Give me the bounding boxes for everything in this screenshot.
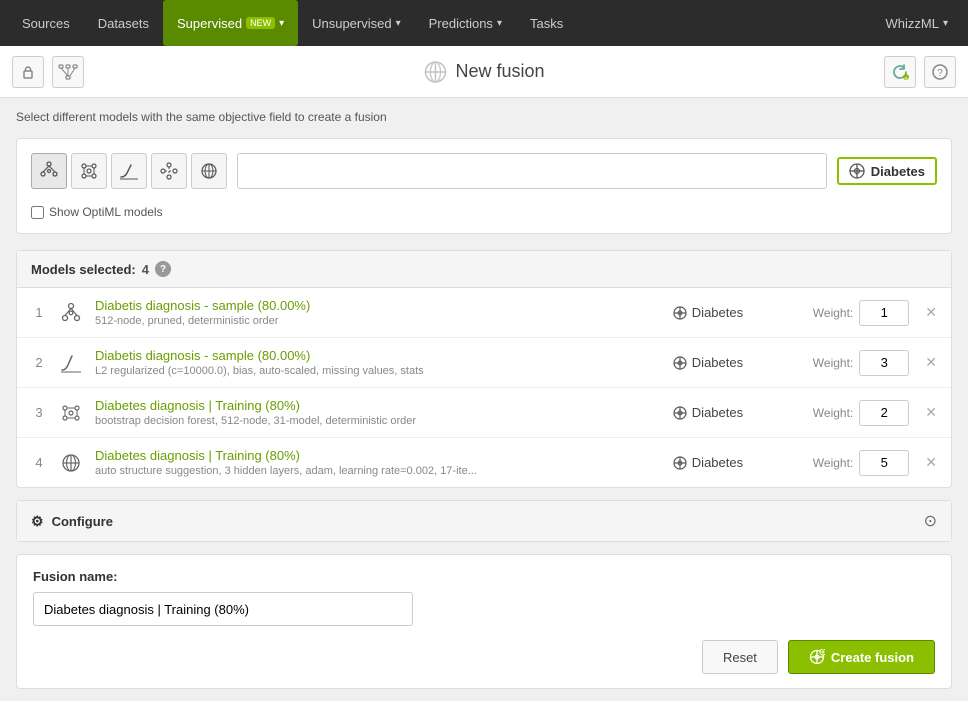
target-tag[interactable]: Diabetes (837, 157, 937, 185)
model-0-desc: 512-node, pruned, deterministic order (95, 315, 663, 327)
fusion-name-input[interactable] (33, 592, 413, 626)
model-2-weight-input[interactable] (859, 400, 909, 426)
nav-user[interactable]: WhizzML ▾ (874, 16, 960, 31)
models-help-icon[interactable]: ? (155, 261, 171, 277)
filter-bar: Diabetes Show OptiML models (16, 138, 952, 234)
table-row: 4 Diabetes diagnosis | Training (80%) au… (17, 438, 951, 487)
table-row: 3 Diabetes diagnosis | Training (80%) bo… (17, 388, 951, 438)
model-3-name[interactable]: Diabetes diagnosis | Training (80%) (95, 448, 663, 463)
filter-top-row: Diabetes (31, 153, 937, 189)
show-optiml-label: Show OptiML models (49, 205, 163, 219)
model-1-desc: L2 regularized (c=10000.0), bias, auto-s… (95, 365, 663, 377)
svg-text:+: + (904, 76, 908, 81)
model-3-weight-input[interactable] (859, 450, 909, 476)
table-row: 2 Diabetis diagnosis - sample (80.00%) L… (17, 338, 951, 388)
nav-supervised[interactable]: Supervised NEW ▾ (163, 0, 298, 46)
model-1-target: Diabetes (673, 355, 803, 370)
model-3-remove-button[interactable]: ✕ (925, 454, 937, 471)
nav-tasks[interactable]: Tasks (516, 0, 577, 46)
supervised-badge: NEW (246, 17, 275, 29)
model-2-weight: Weight: (813, 400, 909, 426)
refresh-button[interactable]: + (884, 56, 916, 88)
configure-header[interactable]: ⚙ Configure ⊙ (17, 501, 951, 541)
filter-svm-button[interactable] (151, 153, 187, 189)
model-2-target: Diabetes (673, 405, 803, 420)
unsupervised-dropdown-arrow: ▾ (396, 18, 401, 29)
model-1-remove-button[interactable]: ✕ (925, 354, 937, 371)
model-1-name[interactable]: Diabetis diagnosis - sample (80.00%) (95, 348, 663, 363)
models-section: Models selected: 4 ? 1 Diabetis diagnosi… (16, 250, 952, 488)
model-3-icon (57, 449, 85, 477)
model-2-icon (57, 399, 85, 427)
gear-icon: ⚙ (31, 513, 44, 530)
page-title: New fusion (423, 60, 544, 84)
lock-button[interactable] (12, 56, 44, 88)
show-optiml-row: Show OptiML models (31, 205, 937, 219)
model-3-weight: Weight: (813, 450, 909, 476)
nav-unsupervised[interactable]: Unsupervised ▾ (298, 0, 415, 46)
model-1-info: Diabetis diagnosis - sample (80.00%) L2 … (95, 348, 663, 377)
model-0-target-icon (673, 306, 687, 320)
info-text: Select different models with the same ob… (16, 110, 952, 124)
nav-sources[interactable]: Sources (8, 0, 84, 46)
show-optiml-checkbox[interactable] (31, 206, 44, 219)
model-1-icon (57, 349, 85, 377)
model-1-weight-input[interactable] (859, 350, 909, 376)
top-nav: Sources Datasets Supervised NEW ▾ Unsupe… (0, 0, 968, 46)
footer-actions: Reset Create fusion (33, 640, 935, 674)
model-3-target: Diabetes (673, 455, 803, 470)
model-3-target-icon (673, 456, 687, 470)
filter-inner: Diabetes Show OptiML models (31, 153, 937, 219)
supervised-dropdown-arrow: ▾ (279, 18, 284, 29)
model-1-weight: Weight: (813, 350, 909, 376)
user-dropdown-arrow: ▾ (943, 18, 948, 29)
model-0-weight-input[interactable] (859, 300, 909, 326)
model-3-info: Diabetes diagnosis | Training (80%) auto… (95, 448, 663, 477)
svg-text:?: ? (937, 68, 943, 79)
header-right-icons: + ? (884, 56, 956, 88)
model-2-desc: bootstrap decision forest, 512-node, 31-… (95, 415, 663, 427)
model-0-target: Diabetes (673, 305, 803, 320)
filter-tree-button[interactable] (31, 153, 67, 189)
model-2-remove-button[interactable]: ✕ (925, 404, 937, 421)
predictions-dropdown-arrow: ▾ (497, 18, 502, 29)
models-header: Models selected: 4 ? (17, 251, 951, 288)
configure-section: ⚙ Configure ⊙ (16, 500, 952, 542)
filter-deepnet-button[interactable] (191, 153, 227, 189)
main-content: Select different models with the same ob… (0, 98, 968, 701)
model-2-info: Diabetes diagnosis | Training (80%) boot… (95, 398, 663, 427)
model-0-icon (57, 299, 85, 327)
model-type-icons (31, 153, 227, 189)
model-0-weight: Weight: (813, 300, 909, 326)
header-bar: New fusion + ? (0, 46, 968, 98)
table-row: 1 Diabetis diagnosis - sample (80.00%) 5… (17, 288, 951, 338)
nav-datasets[interactable]: Datasets (84, 0, 163, 46)
model-2-target-icon (673, 406, 687, 420)
filter-ensemble-button[interactable] (71, 153, 107, 189)
target-icon (849, 163, 865, 179)
header-left-icons (12, 56, 84, 88)
model-0-remove-button[interactable]: ✕ (925, 304, 937, 321)
search-input[interactable] (237, 153, 827, 189)
filter-logistic-button[interactable] (111, 153, 147, 189)
configure-header-left: ⚙ Configure (31, 513, 113, 530)
fusion-name-label: Fusion name: (33, 569, 935, 584)
reset-button[interactable]: Reset (702, 640, 778, 674)
model-2-name[interactable]: Diabetes diagnosis | Training (80%) (95, 398, 663, 413)
network-button[interactable] (52, 56, 84, 88)
configure-chevron-icon: ⊙ (924, 511, 937, 531)
create-fusion-button[interactable]: Create fusion (788, 640, 935, 674)
model-3-desc: auto structure suggestion, 3 hidden laye… (95, 465, 663, 477)
nav-predictions[interactable]: Predictions ▾ (415, 0, 516, 46)
model-0-name[interactable]: Diabetis diagnosis - sample (80.00%) (95, 298, 663, 313)
footer-section: Fusion name: Reset Create fusion (16, 554, 952, 689)
model-1-target-icon (673, 356, 687, 370)
help-button[interactable]: ? (924, 56, 956, 88)
model-0-info: Diabetis diagnosis - sample (80.00%) 512… (95, 298, 663, 327)
